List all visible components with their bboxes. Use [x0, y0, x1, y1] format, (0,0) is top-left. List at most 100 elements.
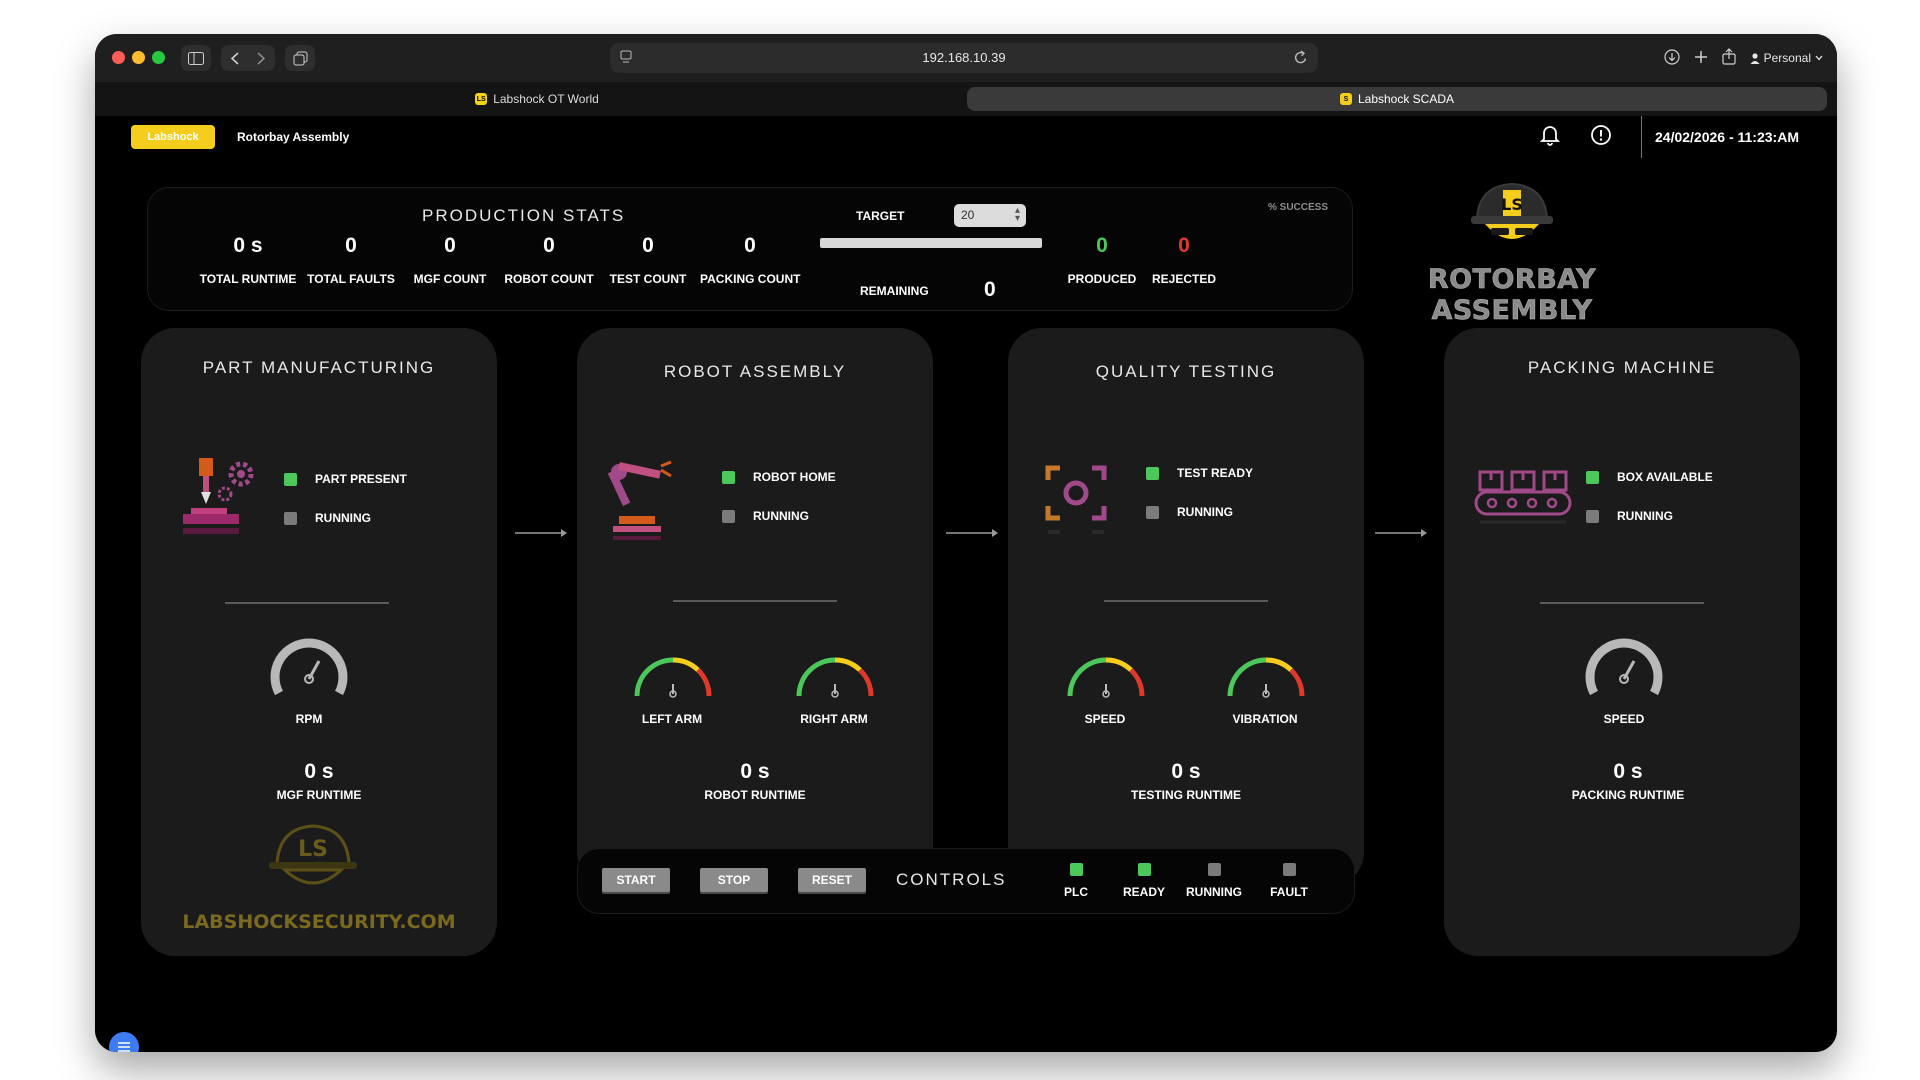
- profile-menu[interactable]: Personal: [1750, 51, 1823, 65]
- card-divider: [1540, 602, 1704, 604]
- minimize-window-button[interactable]: [132, 51, 145, 64]
- indicator-label: FAULT: [1270, 885, 1308, 899]
- vibration-gauge: [1227, 657, 1305, 698]
- forward-icon[interactable]: [248, 51, 274, 65]
- rpm-gauge: [270, 638, 348, 696]
- quality-testing-card: QUALITY TESTING TEST READY RUNNING SPEED…: [1008, 328, 1364, 886]
- datetime-display: 24/02/2026 - 11:23:AM: [1655, 129, 1799, 145]
- reload-icon[interactable]: [1294, 49, 1308, 70]
- progress-fill: [820, 238, 1042, 248]
- packing-speed-label: SPEED: [1603, 712, 1645, 726]
- labshock-favicon-icon: LS: [475, 93, 488, 105]
- back-icon[interactable]: [222, 51, 248, 65]
- stat-packing-count: 0 PACKING COUNT: [700, 234, 800, 286]
- stat-total-runtime: 0 s TOTAL RUNTIME: [198, 234, 298, 286]
- remaining-label: REMAINING: [860, 284, 929, 298]
- target-select[interactable]: 20 ▴ ▾: [954, 204, 1026, 227]
- project-title: Rotorbay Assembly: [237, 130, 350, 144]
- status-led: [722, 470, 735, 484]
- status-led: [1146, 505, 1159, 519]
- menu-fab-button[interactable]: [109, 1032, 139, 1052]
- new-tab-icon[interactable]: [1694, 50, 1708, 67]
- stepper-icon: ▴ ▾: [1014, 205, 1020, 224]
- target-label: TARGET: [856, 209, 905, 223]
- status-led: [1586, 470, 1599, 484]
- stat-label: TOTAL RUNTIME: [199, 272, 297, 286]
- robot-home-indicator: ROBOT HOME: [722, 470, 836, 484]
- bell-icon[interactable]: [1539, 124, 1561, 151]
- status-led: [1069, 863, 1083, 876]
- status-led: [1146, 466, 1159, 480]
- tab-overview-icon[interactable]: [285, 45, 315, 71]
- share-icon[interactable]: [1722, 48, 1736, 68]
- indicator-label: READY: [1122, 885, 1165, 899]
- card-divider: [673, 600, 837, 602]
- svg-text:LS: LS: [298, 837, 328, 862]
- left-arm-gauge: [634, 657, 712, 698]
- indicator-label: TEST READY: [1177, 466, 1254, 480]
- scada-favicon-icon: S: [1339, 93, 1352, 105]
- running-indicator: RUNNING: [284, 511, 371, 525]
- address-bar[interactable]: 192.168.10.39: [610, 43, 1318, 73]
- stat-value: 0: [444, 234, 456, 257]
- status-led: [284, 511, 297, 525]
- status-led: [1207, 863, 1221, 876]
- fault-indicator: FAULT: [1249, 863, 1329, 899]
- packing-runtime-value: 0 s: [1613, 760, 1643, 783]
- stat-total-faults: 0 TOTAL FAULTS: [301, 234, 401, 286]
- menu-icon: [118, 1042, 130, 1052]
- stat-label: ROBOT COUNT: [504, 272, 594, 286]
- testing-runtime-value: 0 s: [1171, 760, 1201, 783]
- target-value: 20: [961, 208, 975, 222]
- card-title: ROBOT ASSEMBLY: [663, 362, 847, 381]
- card-divider: [1104, 600, 1268, 602]
- labshock-watermark-logo: LS: [269, 824, 357, 885]
- chevron-down-icon: [1815, 55, 1823, 61]
- mgf-runtime-label: MGF RUNTIME: [276, 788, 362, 802]
- sidebar-toggle-icon[interactable]: [181, 45, 211, 71]
- running-indicator: RUNNING: [722, 509, 809, 523]
- success-label: % SUCCESS: [1268, 202, 1329, 213]
- downloads-icon[interactable]: [1664, 48, 1680, 68]
- speed-label: SPEED: [1084, 712, 1126, 726]
- brand-button[interactable]: Labshock: [131, 125, 215, 149]
- target-progress-bar: [820, 238, 1042, 248]
- start-button[interactable]: START: [602, 868, 670, 892]
- alert-icon[interactable]: [1590, 124, 1612, 151]
- mgf-runtime-value: 0 s: [304, 760, 334, 783]
- stat-value: 0 s: [233, 234, 263, 257]
- test-ready-indicator: TEST READY: [1146, 466, 1253, 480]
- ready-indicator: READY: [1104, 863, 1184, 899]
- running-indicator: RUNNING: [1586, 509, 1673, 523]
- robot-runtime-value: 0 s: [740, 760, 770, 783]
- testing-runtime-label: TESTING RUNTIME: [1131, 788, 1241, 802]
- reset-button[interactable]: RESET: [798, 868, 866, 892]
- part-manufacturing-card: PART MANUFACTURING PART PRESENT RUNNING: [141, 328, 497, 956]
- tab-bar: LS Labshock OT World S Labshock SCADA: [95, 82, 1837, 116]
- tab-labshock-ot-world[interactable]: LS Labshock OT World: [105, 87, 969, 111]
- right-arm-gauge: [796, 657, 874, 698]
- toolbar-right: Personal: [1664, 45, 1823, 71]
- history-nav: [221, 45, 275, 71]
- rejected-value: 0: [1178, 234, 1190, 257]
- card-title: QUALITY TESTING: [1095, 362, 1277, 381]
- stat-rejected: 0 REJECTED: [1134, 234, 1234, 286]
- robot-assembly-card: ROBOT ASSEMBLY ROBOT HOME RUNNING LEFT A…: [577, 328, 933, 886]
- controls-panel: START STOP RESET CONTROLS PLC READY RUNN…: [577, 848, 1355, 914]
- indicator-label: BOX AVAILABLE: [1617, 470, 1713, 484]
- tab-labshock-scada[interactable]: S Labshock SCADA: [967, 87, 1827, 111]
- stop-button[interactable]: STOP: [700, 868, 768, 892]
- stat-label: TEST COUNT: [609, 272, 687, 286]
- indicator-label: RUNNING: [1177, 505, 1233, 519]
- packing-machine-card: PACKING MACHINE BOX AVAILABLE RUNNING SP…: [1444, 328, 1800, 956]
- camera-scan-icon: [1045, 465, 1107, 534]
- stat-label: MGF COUNT: [413, 272, 487, 286]
- maximize-window-button[interactable]: [152, 51, 165, 64]
- stat-value: 0: [642, 234, 654, 257]
- hardhat-mascot-icon: LS: [1471, 182, 1553, 239]
- production-stats-title: PRODUCTION STATS: [422, 206, 626, 225]
- status-led: [1282, 863, 1296, 876]
- browser-window: 192.168.10.39 Personal LS Labshock OT Wo…: [95, 34, 1837, 1052]
- close-window-button[interactable]: [112, 51, 125, 64]
- controls-title: CONTROLS: [896, 870, 1007, 889]
